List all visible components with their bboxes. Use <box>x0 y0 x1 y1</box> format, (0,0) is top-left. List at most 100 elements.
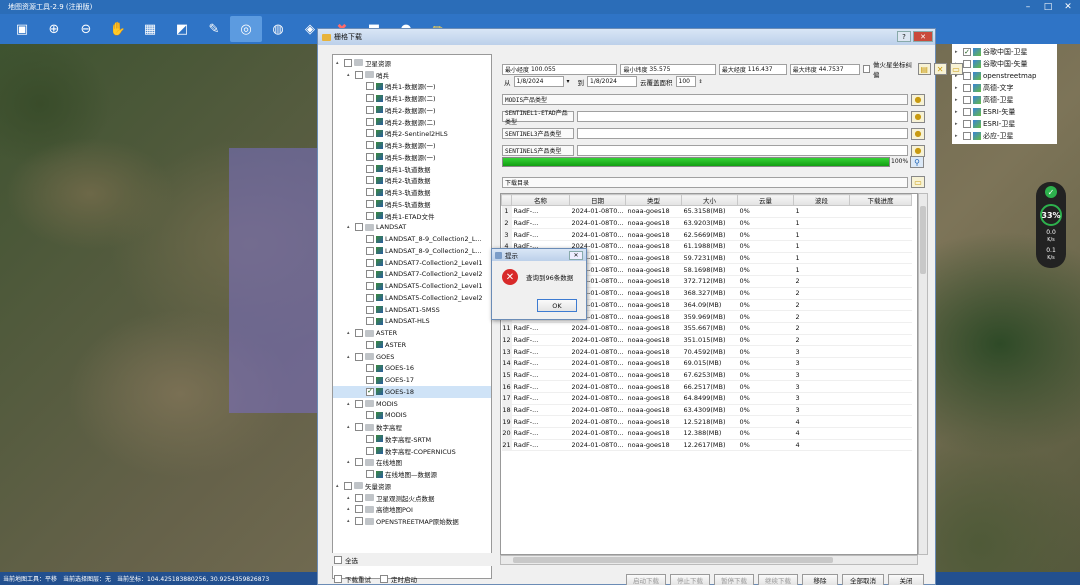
msgbox-close-icon[interactable]: ✕ <box>569 250 583 260</box>
tree-checkbox[interactable] <box>344 58 352 67</box>
tree-node[interactable]: 哨兵2-Sentinel2HLS <box>333 128 491 140</box>
tree-node[interactable]: MODIS <box>333 410 491 422</box>
column-header[interactable]: 类型 <box>625 194 682 206</box>
tree-node[interactable]: ▴ ASTER <box>333 327 491 339</box>
tree-checkbox[interactable] <box>355 399 363 408</box>
open-folder-icon[interactable]: ▭ <box>949 63 963 75</box>
tree-node[interactable]: ▴ 哨兵 <box>333 69 491 81</box>
tree-checkbox[interactable] <box>366 246 374 255</box>
zoom-out-icon[interactable]: ⊖ <box>70 16 102 42</box>
tree-checkbox[interactable]: ✓ <box>366 387 374 396</box>
globe-icon[interactable]: ◍ <box>262 16 294 42</box>
table-row[interactable]: 16 RadF-... 2024-01-08T0... noaa-goes18 66.2… <box>501 380 912 393</box>
select-all-checkbox[interactable] <box>334 555 342 564</box>
layer-checkbox[interactable] <box>963 60 971 68</box>
layer-item[interactable]: ▸ 高德-卫星 <box>952 94 1057 106</box>
expand-arrow-icon[interactable]: ▸ <box>955 121 961 127</box>
expand-arrow-icon[interactable]: ▸ <box>955 133 961 139</box>
hscroll-thumb[interactable] <box>513 557 833 563</box>
tree-node[interactable]: 哨兵1-数据源(二) <box>333 92 491 104</box>
tree-checkbox[interactable] <box>355 223 363 232</box>
save-icon[interactable]: ▣ <box>6 16 38 42</box>
table-row[interactable]: 19 RadF-... 2024-01-08T0... noaa-goes18 12.5… <box>501 415 912 429</box>
download-dir-field[interactable]: 下载目录 <box>502 176 908 188</box>
cloud-spinner-icon[interactable]: ⇕ <box>699 79 703 85</box>
expand-arrow-icon[interactable]: ▸ <box>955 97 961 103</box>
resource-tree[interactable]: ▴ 卫星资源 ▴ 哨兵 哨兵1-数据源(一) 哨兵1-数据源(二) 哨兵2-数据源(一) 哨兵… <box>332 54 492 579</box>
tree-node[interactable]: LANDSAT5-Collection2_Level1 <box>333 280 491 292</box>
product-sentinel3[interactable]: SENTINEL3产品类型 <box>502 128 574 139</box>
tree-node[interactable]: ASTER <box>333 339 491 351</box>
tree-checkbox[interactable] <box>344 481 352 490</box>
tree-checkbox[interactable] <box>366 152 374 161</box>
table-row[interactable]: 20 RadF-... 2024-01-08T0... noaa-goes18 12.3… <box>501 427 912 440</box>
maximize-icon[interactable]: □ <box>1038 0 1058 14</box>
expand-toggle-icon[interactable]: ▴ <box>336 483 342 489</box>
tree-node[interactable]: ▴ MODIS <box>333 398 491 410</box>
from-date-input[interactable]: 1/8/2024 <box>513 76 564 87</box>
min-lon-field[interactable]: 最小经度 100.055 <box>502 63 618 75</box>
min-lat-field[interactable]: 最小纬度 35.575 <box>620 63 716 75</box>
tree-node[interactable]: LANDSAT5-Collection2_Level2 <box>333 292 491 304</box>
tree-checkbox[interactable] <box>355 505 363 514</box>
tree-node[interactable]: 哨兵1-ETAD文件 <box>333 210 491 222</box>
product-sentinels[interactable]: SENTINELS产品类型 <box>502 145 574 156</box>
table-row[interactable]: 14 RadF-... 2024-01-08T0... noaa-goes18 69.0… <box>501 357 912 370</box>
coord-fix-checkbox[interactable] <box>862 65 871 73</box>
table-row[interactable]: 13 RadF-... 2024-01-08T0... noaa-goes18 70.4… <box>501 345 912 358</box>
tree-node[interactable]: 哨兵1-轨道数据 <box>333 163 491 175</box>
resume-download-button[interactable]: 继续下载 <box>758 574 798 585</box>
tree-node[interactable]: LANDSAT-HLS <box>333 316 491 328</box>
tree-checkbox[interactable] <box>366 434 374 443</box>
tree-node[interactable]: ▴ 矢量资源 <box>333 480 491 492</box>
expand-arrow-icon[interactable]: ▸ <box>955 85 961 91</box>
tree-checkbox[interactable] <box>366 470 374 479</box>
tree-checkbox[interactable] <box>366 164 374 173</box>
from-date-dropdown-icon[interactable]: ▾ <box>567 78 575 85</box>
product-sentinel1-etad-value[interactable] <box>577 111 908 122</box>
grid-icon[interactable]: ▦ <box>134 16 166 42</box>
tree-node[interactable]: ▴ 在线地图 <box>333 457 491 469</box>
tree-checkbox[interactable] <box>366 235 374 244</box>
tools-icon[interactable]: ✎ <box>198 16 230 42</box>
dialog-title-bar[interactable]: 栅格下载 ? ✕ <box>318 29 935 45</box>
column-header[interactable]: 日期 <box>569 194 626 206</box>
tree-node[interactable]: ▴ 数字高程 <box>333 421 491 433</box>
tree-node[interactable]: 哨兵2-数据源(二) <box>333 116 491 128</box>
expand-toggle-icon[interactable]: ▴ <box>336 60 342 66</box>
close-icon[interactable]: ✕ <box>1058 0 1078 14</box>
clear-bounds-icon[interactable]: ✕ <box>933 63 947 75</box>
to-date-input[interactable]: 1/8/2024 <box>587 76 637 87</box>
expand-toggle-icon[interactable]: ▴ <box>347 495 353 501</box>
timer-checkbox[interactable] <box>380 575 388 583</box>
tree-checkbox[interactable] <box>366 141 374 150</box>
expand-toggle-icon[interactable]: ▴ <box>347 224 353 230</box>
column-header[interactable]: 云量 <box>737 194 794 206</box>
tree-node[interactable]: 哨兵3-数据源(一) <box>333 139 491 151</box>
tree-node[interactable]: LANDSAT7-Collection2_Level1 <box>333 257 491 269</box>
expand-toggle-icon[interactable]: ▴ <box>347 459 353 465</box>
table-vertical-scrollbar[interactable] <box>918 193 928 555</box>
select-all[interactable]: 全选 <box>332 553 492 566</box>
table-row[interactable]: 2 RadF-... 2024-01-08T0... noaa-goes18 63.92… <box>501 217 912 230</box>
pause-download-button[interactable]: 暂停下载 <box>714 574 754 585</box>
tree-checkbox[interactable] <box>366 282 374 291</box>
layer-checkbox[interactable] <box>963 108 971 116</box>
tree-checkbox[interactable] <box>366 129 374 138</box>
tree-checkbox[interactable] <box>355 423 363 432</box>
scroll-thumb[interactable] <box>920 206 926 274</box>
table-horizontal-scrollbar[interactable] <box>500 555 918 565</box>
layer-item[interactable]: ▸谷歌中国-矢量 <box>952 58 1057 70</box>
tree-checkbox[interactable] <box>366 376 374 385</box>
product-select-icon[interactable]: ● <box>911 110 925 123</box>
expand-arrow-icon[interactable]: ▸ <box>955 49 961 55</box>
expand-toggle-icon[interactable]: ▴ <box>347 330 353 336</box>
tree-node[interactable]: 在线地图—数据源 <box>333 468 491 480</box>
help-icon[interactable]: ? <box>897 31 911 42</box>
tree-node[interactable]: ▴ OPENSTREETMAP原始数据 <box>333 515 491 527</box>
retry-checkbox[interactable] <box>334 575 342 583</box>
select-icon[interactable]: ◩ <box>166 16 198 42</box>
tree-checkbox[interactable] <box>366 270 374 279</box>
tree-checkbox[interactable] <box>355 517 363 526</box>
layer-checkbox[interactable] <box>963 132 971 140</box>
